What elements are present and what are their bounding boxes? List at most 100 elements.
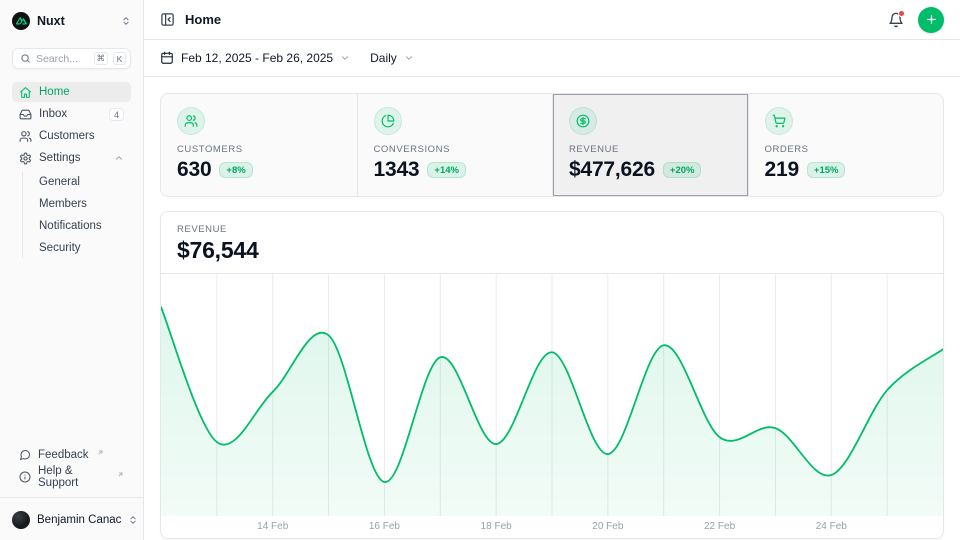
search-placeholder: Search... — [36, 53, 89, 65]
revenue-chart-card: REVENUE $76,544 14 Feb 16 Feb 18 Feb 20 Feb… — [160, 211, 944, 539]
x-axis-tick-label: 16 Feb — [369, 521, 400, 532]
stat-delta-badge: +14% — [427, 162, 466, 178]
sub-item-label: Notifications — [39, 220, 102, 232]
sidebar-item-inbox[interactable]: Inbox 4 — [12, 104, 131, 124]
calendar-icon — [160, 51, 174, 65]
collapse-sidebar-button[interactable] — [160, 12, 175, 27]
message-circle-icon — [19, 449, 31, 461]
house-icon — [19, 86, 32, 99]
circle-dollar-sign-icon — [569, 107, 597, 135]
chevrons-up-down-icon — [128, 515, 138, 525]
sidebar-item-label: Inbox — [39, 108, 67, 120]
x-axis-tick-label: 22 Feb — [704, 521, 735, 532]
chart-header: REVENUE $76,544 — [161, 212, 943, 273]
add-button[interactable] — [918, 7, 944, 33]
date-range-picker[interactable]: Feb 12, 2025 - Feb 26, 2025 — [160, 51, 350, 65]
interval-select[interactable]: Daily — [370, 51, 414, 65]
sub-item-label: Members — [39, 198, 87, 210]
sidebar-item-security[interactable]: Security — [34, 238, 131, 258]
sidebar-item-settings[interactable]: Settings — [12, 148, 131, 168]
x-axis-tick-label: 20 Feb — [592, 521, 623, 532]
search-icon — [20, 53, 31, 64]
shopping-cart-icon — [765, 107, 793, 135]
stat-value: 630 — [177, 158, 211, 182]
chart-metric-value: $76,544 — [177, 237, 927, 264]
sidebar-item-label: Customers — [39, 130, 95, 142]
stats-panel: CUSTOMERS 630 +8% CONVERSIONS 1343 +14% — [160, 93, 944, 197]
stat-label: CUSTOMERS — [177, 144, 341, 155]
nuxt-logo-icon — [12, 12, 30, 30]
chevron-down-icon — [340, 53, 350, 63]
stat-label: REVENUE — [569, 144, 732, 155]
stat-card-customers[interactable]: CUSTOMERS 630 +8% — [161, 94, 357, 196]
chevron-up-icon — [114, 153, 124, 163]
users-icon — [177, 107, 205, 135]
stat-card-orders[interactable]: ORDERS 219 +15% — [748, 94, 944, 196]
stat-card-conversions[interactable]: CONVERSIONS 1343 +14% — [357, 94, 553, 196]
stat-delta-badge: +8% — [219, 162, 252, 178]
topbar: Home — [144, 0, 960, 40]
filter-toolbar: Feb 12, 2025 - Feb 26, 2025 Daily — [144, 40, 960, 77]
stat-label: ORDERS — [765, 144, 928, 155]
sub-item-label: General — [39, 176, 80, 188]
arrow-up-right-icon — [97, 449, 104, 456]
sidebar-divider — [0, 497, 143, 498]
settings-subnav: General Members Notifications Security — [22, 172, 131, 258]
avatar — [12, 511, 30, 529]
sub-item-label: Security — [39, 242, 81, 254]
stat-card-revenue[interactable]: REVENUE $477,626 +20% — [552, 94, 748, 196]
sidebar-item-members[interactable]: Members — [34, 194, 131, 214]
date-range-value: Feb 12, 2025 - Feb 26, 2025 — [181, 51, 333, 65]
users-icon — [19, 130, 32, 143]
sidebar-item-label: Home — [39, 86, 70, 98]
feedback-link[interactable]: Feedback — [12, 445, 131, 465]
stat-label: CONVERSIONS — [374, 144, 537, 155]
stat-delta-badge: +20% — [663, 162, 702, 178]
sidebar-item-notifications[interactable]: Notifications — [34, 216, 131, 236]
kbd-key: K — [113, 52, 126, 65]
sidebar-item-general[interactable]: General — [34, 172, 131, 192]
x-axis-tick-label: 18 Feb — [481, 521, 512, 532]
sidebar-nav: Home Inbox 4 Customers Settings Genera — [12, 82, 131, 258]
chevrons-up-down-icon — [121, 16, 131, 26]
gear-icon — [19, 152, 32, 165]
chevron-down-icon — [404, 53, 414, 63]
workspace-name: Nuxt — [37, 14, 65, 28]
revenue-chart-svg — [161, 274, 943, 516]
footer-link-label: Help & Support — [38, 465, 109, 489]
x-axis-labels: 14 Feb 16 Feb 18 Feb 20 Feb 22 Feb 24 Feb — [161, 515, 943, 538]
topbar-actions — [888, 7, 944, 33]
kbd-meta: ⌘ — [94, 52, 109, 65]
chart-metric-label: REVENUE — [177, 224, 927, 235]
workspace-switcher[interactable]: Nuxt — [12, 10, 131, 32]
page-title: Home — [185, 12, 221, 27]
stat-value: 219 — [765, 158, 799, 182]
chart-plot-area[interactable] — [161, 273, 943, 515]
stat-value: $477,626 — [569, 158, 655, 182]
sidebar: Nuxt Search... ⌘ K Home Inbox 4 — [0, 0, 144, 540]
help-support-link[interactable]: Help & Support — [12, 467, 131, 487]
sidebar-item-home[interactable]: Home — [12, 82, 131, 102]
sidebar-footer: Feedback Help & Support Benjamin Canac — [12, 445, 131, 532]
search-input[interactable]: Search... ⌘ K — [12, 48, 131, 69]
user-name: Benjamin Canac — [37, 514, 121, 526]
panel-left-close-icon — [160, 12, 175, 27]
interval-value: Daily — [370, 51, 397, 65]
notification-dot — [898, 10, 905, 17]
footer-link-label: Feedback — [38, 449, 89, 461]
stat-delta-badge: +15% — [807, 162, 846, 178]
x-axis-tick-label: 24 Feb — [816, 521, 847, 532]
sidebar-item-customers[interactable]: Customers — [12, 126, 131, 146]
info-circle-icon — [19, 471, 31, 483]
main-area: Home Feb 12, 2025 - Feb 26, 2025 — [144, 0, 960, 540]
arrow-up-right-icon — [117, 471, 124, 478]
stat-value: 1343 — [374, 158, 420, 182]
sidebar-item-label: Settings — [39, 152, 81, 164]
notifications-button[interactable] — [888, 12, 904, 28]
user-menu[interactable]: Benjamin Canac — [12, 508, 131, 532]
plus-icon — [925, 13, 938, 26]
pie-chart-icon — [374, 107, 402, 135]
inbox-icon — [19, 108, 32, 121]
content: CUSTOMERS 630 +8% CONVERSIONS 1343 +14% — [144, 77, 960, 540]
x-axis-tick-label: 14 Feb — [257, 521, 288, 532]
